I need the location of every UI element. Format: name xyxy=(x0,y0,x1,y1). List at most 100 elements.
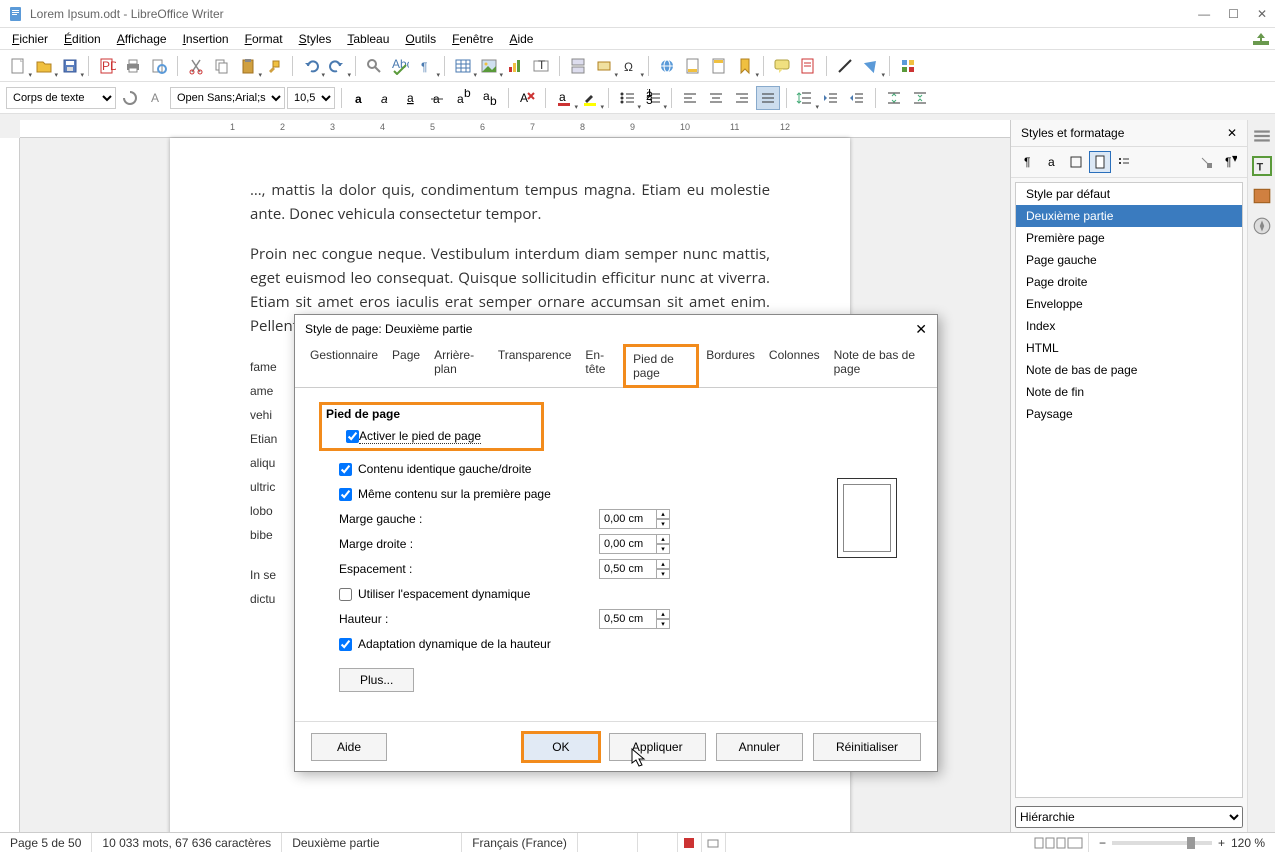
menu-insertion[interactable]: Insertion xyxy=(175,30,237,48)
endnote-button[interactable] xyxy=(707,54,731,78)
spin-up[interactable]: ▴ xyxy=(656,609,670,619)
para-space-decrease-button[interactable] xyxy=(908,86,932,110)
horizontal-ruler[interactable]: 1 2 3 4 5 6 7 8 9 10 11 12 xyxy=(20,120,1010,138)
clone-format-button[interactable] xyxy=(262,54,286,78)
redo-button[interactable] xyxy=(325,54,349,78)
strikethrough-button[interactable]: a xyxy=(426,86,450,110)
status-signature-icon[interactable] xyxy=(702,833,726,852)
spellcheck-button[interactable]: Abc xyxy=(388,54,412,78)
decrease-indent-button[interactable] xyxy=(845,86,869,110)
status-pagestyle[interactable]: Deuxième partie xyxy=(282,833,462,852)
tab-note-bas[interactable]: Note de bas de page xyxy=(827,343,929,387)
spin-down[interactable]: ▾ xyxy=(656,544,670,554)
menu-outils[interactable]: Outils xyxy=(397,30,444,48)
save-remote-icon[interactable] xyxy=(1251,31,1271,47)
spin-up[interactable]: ▴ xyxy=(656,559,670,569)
dialog-close-button[interactable]: ✕ xyxy=(915,321,927,338)
spin-up[interactable]: ▴ xyxy=(656,534,670,544)
tab-gestionnaire[interactable]: Gestionnaire xyxy=(303,343,385,387)
special-char-button[interactable]: Ω xyxy=(618,54,642,78)
tab-arriere-plan[interactable]: Arrière-plan xyxy=(427,343,491,387)
menu-affichage[interactable]: Affichage xyxy=(109,30,175,48)
style-item-footnote[interactable]: Note de bas de page xyxy=(1016,359,1242,381)
maximize-button[interactable]: ☐ xyxy=(1228,7,1239,21)
para-space-increase-button[interactable] xyxy=(882,86,906,110)
frame-styles-button[interactable] xyxy=(1065,151,1087,173)
same-first-checkbox[interactable] xyxy=(339,488,352,501)
style-item-landscape[interactable]: Paysage xyxy=(1016,403,1242,425)
tab-transparence[interactable]: Transparence xyxy=(491,343,579,387)
hyperlink-button[interactable] xyxy=(655,54,679,78)
align-left-button[interactable] xyxy=(678,86,702,110)
cut-button[interactable] xyxy=(184,54,208,78)
menu-fichier[interactable]: Fichier xyxy=(4,30,56,48)
zoom-slider[interactable] xyxy=(1112,841,1212,845)
style-list[interactable]: Style par défaut Deuxième partie Premièr… xyxy=(1015,182,1243,798)
enable-footer-checkbox[interactable] xyxy=(346,430,359,443)
basic-shapes-button[interactable] xyxy=(859,54,883,78)
style-item-enveloppe[interactable]: Enveloppe xyxy=(1016,293,1242,315)
chart-button[interactable] xyxy=(503,54,527,78)
view-layout-icons[interactable] xyxy=(1030,833,1089,852)
bold-button[interactable]: a xyxy=(348,86,372,110)
navigator-icon[interactable] xyxy=(1252,216,1272,236)
align-center-button[interactable] xyxy=(704,86,728,110)
align-right-button[interactable] xyxy=(730,86,754,110)
menu-edition[interactable]: Édition xyxy=(56,30,109,48)
open-button[interactable] xyxy=(32,54,56,78)
zoom-value[interactable]: 120 % xyxy=(1231,836,1265,850)
print-button[interactable] xyxy=(121,54,145,78)
status-modified-icon[interactable] xyxy=(678,833,702,852)
page-styles-button[interactable] xyxy=(1089,151,1111,173)
menu-fenetre[interactable]: Fenêtre xyxy=(444,30,501,48)
menu-format[interactable]: Format xyxy=(237,30,291,48)
spin-down[interactable]: ▾ xyxy=(656,619,670,629)
style-item-html[interactable]: HTML xyxy=(1016,337,1242,359)
underline-button[interactable]: a xyxy=(400,86,424,110)
spacing-input[interactable] xyxy=(599,559,657,579)
superscript-button[interactable]: ab xyxy=(452,86,476,110)
bullet-list-button[interactable] xyxy=(615,86,639,110)
copy-button[interactable] xyxy=(210,54,234,78)
formatting-marks-button[interactable]: ¶ xyxy=(414,54,438,78)
character-styles-button[interactable]: a xyxy=(1041,151,1063,173)
margin-left-input[interactable] xyxy=(599,509,657,529)
style-item-deuxieme[interactable]: Deuxième partie xyxy=(1016,205,1242,227)
cancel-button[interactable]: Annuler xyxy=(716,733,803,761)
export-pdf-button[interactable]: PDF xyxy=(95,54,119,78)
fill-format-button[interactable] xyxy=(1195,151,1217,173)
styles-icon[interactable]: T xyxy=(1252,156,1272,176)
height-input[interactable] xyxy=(599,609,657,629)
italic-button[interactable]: a xyxy=(374,86,398,110)
print-preview-button[interactable] xyxy=(147,54,171,78)
reset-button[interactable]: Réinitialiser xyxy=(813,733,921,761)
style-item-default[interactable]: Style par défaut xyxy=(1016,183,1242,205)
status-language[interactable]: Français (France) xyxy=(462,833,578,852)
font-name-combo[interactable]: Open Sans;Arial;sans xyxy=(170,87,285,109)
textbox-button[interactable]: T xyxy=(529,54,553,78)
status-insert-mode[interactable] xyxy=(578,833,638,852)
margin-right-input[interactable] xyxy=(599,534,657,554)
undo-button[interactable] xyxy=(299,54,323,78)
autofit-height-checkbox[interactable] xyxy=(339,638,352,651)
tab-bordures[interactable]: Bordures xyxy=(699,343,762,387)
page-break-button[interactable] xyxy=(566,54,590,78)
style-filter-combo[interactable]: Hiérarchie xyxy=(1015,806,1243,828)
increase-indent-button[interactable] xyxy=(819,86,843,110)
new-button[interactable] xyxy=(6,54,30,78)
tab-entete[interactable]: En-tête xyxy=(578,343,623,387)
bookmark-button[interactable] xyxy=(733,54,757,78)
new-style-dropdown[interactable]: ¶▾ xyxy=(1219,151,1241,173)
menu-aide[interactable]: Aide xyxy=(501,30,541,48)
status-selection-mode[interactable] xyxy=(638,833,678,852)
line-button[interactable] xyxy=(833,54,857,78)
style-item-endnote[interactable]: Note de fin xyxy=(1016,381,1242,403)
zoom-in-button[interactable]: + xyxy=(1218,836,1225,850)
vertical-ruler[interactable] xyxy=(0,138,20,832)
paragraph-styles-button[interactable]: ¶ xyxy=(1017,151,1039,173)
font-color-button[interactable]: a xyxy=(552,86,576,110)
footnote-button[interactable] xyxy=(681,54,705,78)
list-styles-button[interactable] xyxy=(1113,151,1135,173)
paste-button[interactable] xyxy=(236,54,260,78)
image-button[interactable] xyxy=(477,54,501,78)
